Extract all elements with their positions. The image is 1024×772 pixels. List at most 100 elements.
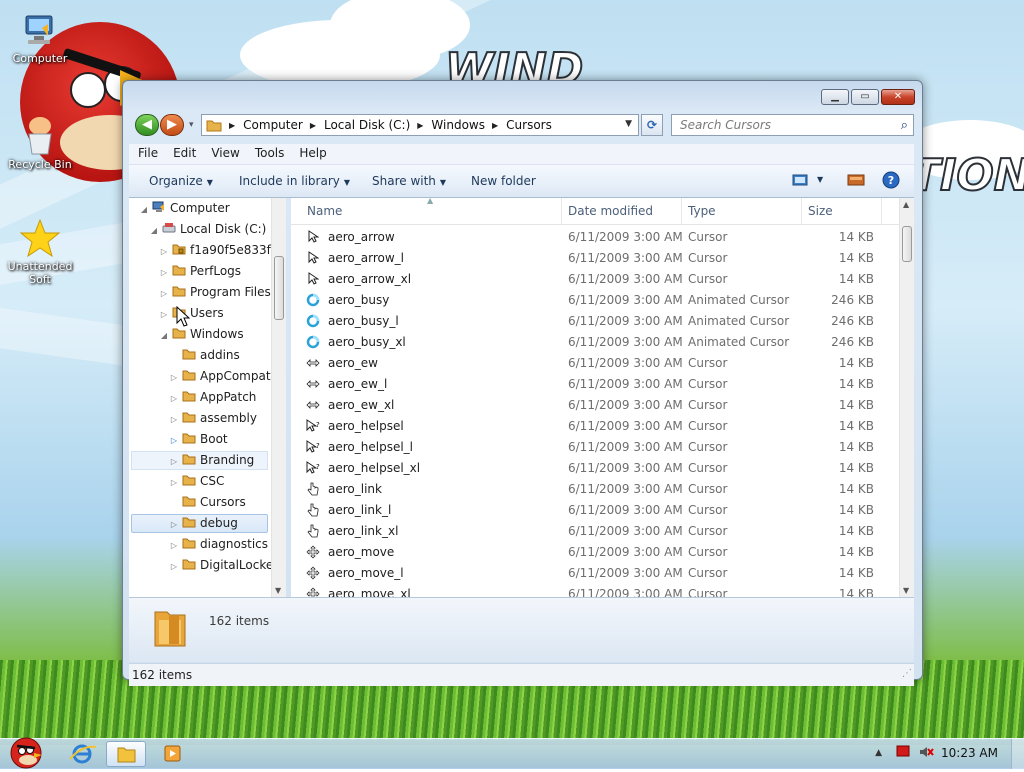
tree-item-apppatch[interactable]: ▷ AppPatch (169, 387, 256, 407)
forward-button[interactable]: ▶ (160, 114, 184, 136)
column-header-date-modified[interactable]: Date modified (568, 204, 653, 218)
file-row[interactable]: aero_ew 6/11/2009 3:00 AM Cursor 14 KB (291, 353, 899, 374)
share-with-button[interactable]: Share with ▼ (372, 174, 446, 188)
collapsed-arrow-icon[interactable]: ▷ (159, 305, 169, 325)
action-center-icon[interactable] (896, 745, 910, 760)
breadcrumb-separator-icon[interactable]: ▶ (310, 121, 316, 130)
taskbar-media-player[interactable] (152, 741, 192, 767)
collapsed-arrow-icon[interactable]: ▷ (159, 242, 169, 262)
help-button[interactable]: ? (882, 171, 900, 192)
breadcrumb-separator-icon[interactable]: ▶ (492, 121, 498, 130)
file-list-scrollbar-thumb[interactable] (902, 226, 912, 262)
collapsed-arrow-icon[interactable]: ▷ (169, 368, 179, 388)
tree-item-local-disk-c[interactable]: ◢ Local Disk (C:) (149, 219, 266, 239)
start-button[interactable] (4, 733, 48, 769)
nav-scrollbar-thumb[interactable] (274, 256, 284, 320)
show-hidden-icons-icon[interactable]: ▲ (875, 748, 882, 758)
search-input[interactable]: Search Cursors ⌕ (671, 114, 914, 136)
tree-item-digitallocker[interactable]: ▷ DigitalLocker (169, 555, 278, 575)
resize-grip-icon[interactable]: ⋰ (902, 668, 912, 679)
system-clock[interactable]: 10:23 AM (941, 746, 998, 760)
file-row[interactable]: ? aero_helpsel_xl 6/11/2009 3:00 AM Cursor 1… (291, 458, 899, 479)
tree-item-f1a90f5e833f29[interactable]: ▷ f1a90f5e833f29 (159, 240, 286, 260)
collapsed-arrow-icon[interactable]: ▷ (169, 473, 179, 493)
collapsed-arrow-icon[interactable]: ▷ (169, 515, 179, 535)
address-bar[interactable]: ▶ Computer ▶ Local Disk (C:) ▶ Windows ▶… (201, 114, 639, 136)
tree-item-addins[interactable]: addins (169, 345, 240, 365)
scroll-down-icon[interactable]: ▼ (903, 586, 909, 595)
volume-muted-icon[interactable] (918, 745, 934, 762)
file-row[interactable]: aero_move 6/11/2009 3:00 AM Cursor 14 KB (291, 542, 899, 563)
collapsed-arrow-icon[interactable]: ▷ (169, 557, 179, 577)
desktop-icon-recycle-bin[interactable]: Recycle Bin (0, 116, 80, 171)
file-row[interactable]: aero_arrow 6/11/2009 3:00 AM Cursor 14 KB (291, 227, 899, 248)
tree-item-diagnostics[interactable]: ▷ diagnostics (169, 534, 268, 554)
collapsed-arrow-icon[interactable]: ▷ (159, 263, 169, 283)
file-row[interactable]: aero_move_l 6/11/2009 3:00 AM Cursor 14 KB (291, 563, 899, 584)
column-header-name[interactable]: Name (307, 204, 342, 218)
more-views-button[interactable]: ▼ (817, 175, 823, 184)
nav-scrollbar[interactable]: ▼ (271, 198, 286, 597)
file-row[interactable]: aero_busy_xl 6/11/2009 3:00 AM Animated Cu… (291, 332, 899, 353)
breadcrumb-local-disk[interactable]: Local Disk (C:) (324, 118, 410, 132)
tree-item-boot[interactable]: ▷ Boot (169, 429, 228, 449)
file-row[interactable]: aero_ew_xl 6/11/2009 3:00 AM Cursor 14 KB (291, 395, 899, 416)
close-button[interactable]: ✕ (881, 89, 915, 105)
address-dropdown-icon[interactable]: ▼ (625, 119, 632, 129)
tree-item-users[interactable]: ▷ Users (159, 303, 224, 323)
scroll-up-icon[interactable]: ▲ (903, 200, 909, 209)
breadcrumb-computer[interactable]: Computer (243, 118, 303, 132)
file-row[interactable]: aero_arrow_xl 6/11/2009 3:00 AM Cursor 14 K… (291, 269, 899, 290)
breadcrumb-separator-icon[interactable]: ▶ (417, 121, 423, 130)
collapsed-arrow-icon[interactable]: ▷ (159, 284, 169, 304)
tree-item-csc[interactable]: ▷ CSC (169, 471, 224, 491)
file-row[interactable]: aero_link 6/11/2009 3:00 AM Cursor 14 KB (291, 479, 899, 500)
file-row[interactable]: aero_link_l 6/11/2009 3:00 AM Cursor 14 KB (291, 500, 899, 521)
tree-item-windows[interactable]: ◢ Windows (159, 324, 244, 344)
tree-item-program-files[interactable]: ▷ Program Files (159, 282, 271, 302)
search-icon[interactable]: ⌕ (901, 118, 908, 133)
column-header-type[interactable]: Type (688, 204, 716, 218)
breadcrumb-windows[interactable]: Windows (431, 118, 485, 132)
taskbar-windows-explorer[interactable] (106, 741, 146, 767)
file-row[interactable]: aero_ew_l 6/11/2009 3:00 AM Cursor 14 KB (291, 374, 899, 395)
tree-item-branding[interactable]: ▷ Branding (169, 450, 254, 470)
new-folder-button[interactable]: New folder (471, 174, 536, 188)
expanded-arrow-icon[interactable]: ◢ (159, 326, 169, 346)
taskbar-internet-explorer[interactable] (62, 741, 102, 767)
collapsed-arrow-icon[interactable]: ▷ (169, 389, 179, 409)
file-row[interactable]: ? aero_helpsel_l 6/11/2009 3:00 AM Cursor 14… (291, 437, 899, 458)
breadcrumb-cursors[interactable]: Cursors (506, 118, 552, 132)
tree-item-debug[interactable]: ▷ debug (169, 513, 238, 533)
column-divider[interactable] (801, 198, 802, 224)
menu-view[interactable]: View (205, 144, 245, 160)
include-in-library-button[interactable]: Include in library ▼ (239, 174, 350, 188)
menu-edit[interactable]: Edit (167, 144, 202, 160)
desktop-icon-unattended-soft[interactable]: Unattended Soft (0, 218, 80, 286)
show-desktop-button[interactable] (1011, 739, 1024, 769)
column-divider[interactable] (561, 198, 562, 224)
collapsed-arrow-icon[interactable]: ▷ (169, 452, 179, 472)
tree-item-assembly[interactable]: ▷ assembly (169, 408, 257, 428)
desktop-icon-computer[interactable]: Computer (0, 10, 80, 65)
change-view-button[interactable] (792, 173, 808, 190)
collapsed-arrow-icon[interactable]: ▷ (169, 410, 179, 430)
file-row[interactable]: aero_busy 6/11/2009 3:00 AM Animated Curso… (291, 290, 899, 311)
file-list-scrollbar[interactable]: ▲ ▼ (899, 198, 914, 597)
minimize-button[interactable]: ▁ (821, 89, 849, 105)
back-button[interactable]: ◀ (135, 114, 159, 136)
recent-pages-chevron-icon[interactable]: ▾ (189, 120, 194, 130)
tree-item-perflogs[interactable]: ▷ PerfLogs (159, 261, 241, 281)
tree-item-computer[interactable]: ◢ Computer (139, 198, 230, 218)
column-divider[interactable] (881, 198, 882, 224)
file-row[interactable]: ? aero_helpsel 6/11/2009 3:00 AM Cursor 14 K… (291, 416, 899, 437)
menu-tools[interactable]: Tools (249, 144, 291, 160)
expanded-arrow-icon[interactable]: ◢ (149, 221, 159, 241)
menu-help[interactable]: Help (293, 144, 332, 160)
refresh-button[interactable]: ⟳ (641, 114, 663, 136)
tree-item-appcompat[interactable]: ▷ AppCompat (169, 366, 271, 386)
file-row[interactable]: aero_move_xl 6/11/2009 3:00 AM Cursor 14 KB (291, 584, 899, 597)
file-row[interactable]: aero_busy_l 6/11/2009 3:00 AM Animated Cur… (291, 311, 899, 332)
expanded-arrow-icon[interactable]: ◢ (139, 200, 149, 220)
preview-pane-button[interactable] (847, 173, 865, 190)
